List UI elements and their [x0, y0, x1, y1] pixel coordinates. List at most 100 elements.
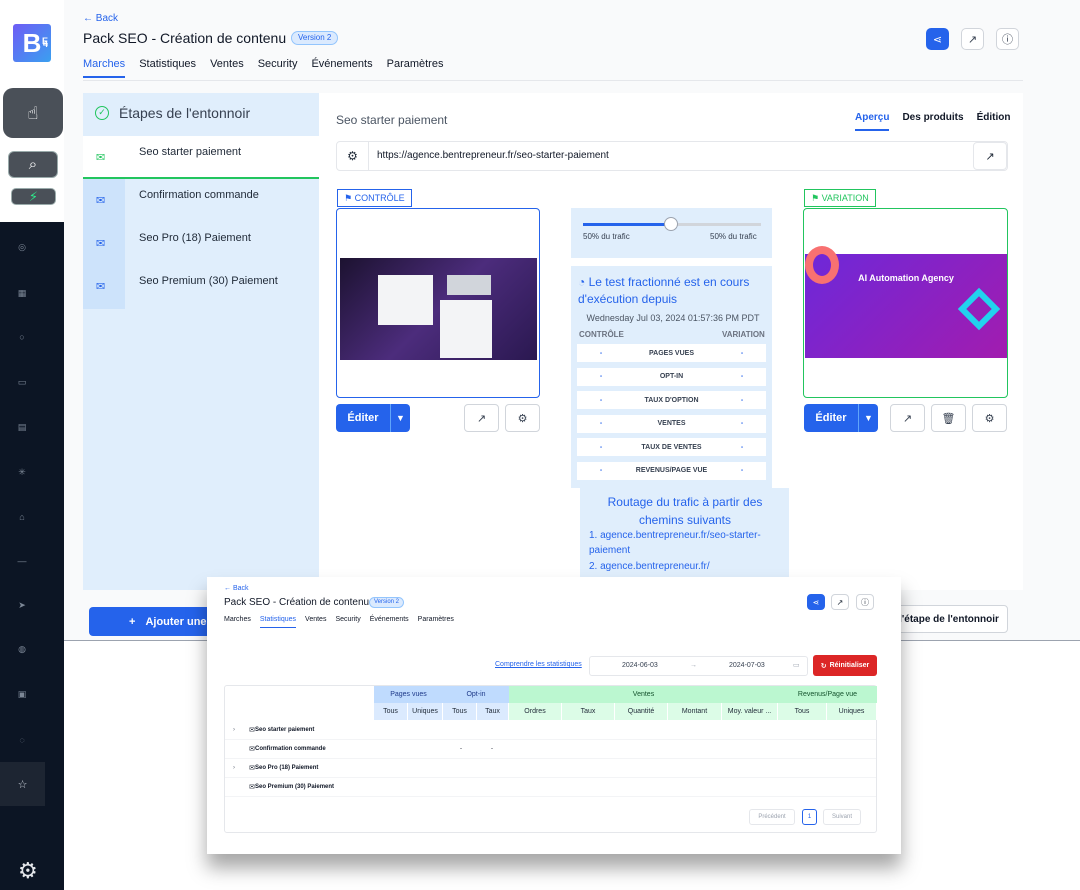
- table-row[interactable]: ✉ Seo Premium (30) Paiement: [225, 778, 876, 797]
- rail-box-icon[interactable]: ▣: [0, 689, 44, 700]
- stats-external-icon[interactable]: ↗: [831, 594, 849, 610]
- tab-produits[interactable]: Des produits: [902, 112, 963, 131]
- rail-nav-icon[interactable]: ◎: [0, 242, 44, 253]
- funnel-step-4[interactable]: Seo Premium (30) Paiement: [139, 275, 278, 287]
- rail-chat-icon[interactable]: ○: [0, 332, 44, 342]
- tab-parametres[interactable]: Paramètres: [387, 58, 444, 78]
- sub-header[interactable]: Tous: [374, 703, 408, 720]
- check-circle-icon: ✓: [95, 106, 109, 120]
- funnel-step-2[interactable]: Confirmation commande: [139, 189, 259, 201]
- rail-star-icon[interactable]: ☆: [0, 762, 45, 806]
- cursor-click-icon[interactable]: ☝: [3, 88, 63, 138]
- date-range-picker[interactable]: 2024-06-03 → 2024-07-03 ▭: [589, 656, 808, 676]
- stats-info-icon[interactable]: ⓘ: [856, 594, 874, 610]
- col-variation: VARIATION: [722, 330, 765, 339]
- tab-security[interactable]: Security: [258, 58, 298, 78]
- rail-grid-icon[interactable]: ▦: [0, 288, 44, 299]
- info-drop-icon: ◔: [578, 275, 589, 289]
- trash-icon[interactable]: 🗑: [931, 404, 966, 432]
- add-funnel-step-button[interactable]: l'étape de l'entonnoir: [890, 605, 1008, 633]
- search-icon[interactable]: ⌕: [8, 151, 58, 178]
- info-icon[interactable]: ⓘ: [996, 28, 1019, 50]
- rail-globe-icon[interactable]: ◍: [0, 644, 44, 655]
- funnel-header: ✓ Étapes de l'entonnoir: [95, 105, 250, 121]
- date-to[interactable]: 2024-07-03: [729, 662, 765, 669]
- rail-sparkle-icon[interactable]: ✳: [0, 467, 44, 478]
- open-url-icon[interactable]: ↗: [973, 142, 1007, 170]
- sub-header[interactable]: Taux: [477, 703, 509, 720]
- variation-open-icon[interactable]: ↗: [890, 404, 925, 432]
- refresh-icon: ↻: [820, 662, 827, 670]
- rail-bulb-icon[interactable]: ◌: [0, 735, 44, 745]
- date-from[interactable]: 2024-06-03: [622, 662, 658, 669]
- chevron-down-icon[interactable]: ▼: [858, 404, 878, 432]
- row-label: Confirmation commande: [255, 746, 326, 752]
- page-url[interactable]: https://agence.bentrepreneur.fr/seo-star…: [377, 150, 609, 161]
- variation-settings-icon[interactable]: ⚙: [972, 404, 1007, 432]
- route-1[interactable]: 1. agence.bentrepreneur.fr/seo-starter-p…: [589, 528, 779, 558]
- sub-header[interactable]: Montant: [668, 703, 722, 720]
- sub-header[interactable]: Uniques: [827, 703, 877, 720]
- sub-header[interactable]: Uniques: [408, 703, 443, 720]
- prev-page-button[interactable]: Précédent: [749, 809, 795, 825]
- funnel-step-1[interactable]: Seo starter paiement: [139, 146, 241, 158]
- control-edit-button[interactable]: Éditer ▼: [336, 404, 410, 432]
- table-row[interactable]: ✉ Confirmation commande - -: [225, 740, 876, 759]
- mail-icon: ✉: [249, 746, 255, 753]
- stats-tab-evenements[interactable]: Événements: [370, 616, 409, 628]
- metric-row: - VENTES -: [577, 414, 766, 433]
- url-settings-icon[interactable]: ⚙: [337, 142, 369, 170]
- lightning-icon[interactable]: ⚡: [11, 188, 56, 205]
- rail-minus-icon[interactable]: —: [0, 556, 44, 566]
- tab-evenements[interactable]: Événements: [311, 58, 372, 78]
- route-2[interactable]: 2. agence.bentrepreneur.fr/: [589, 559, 779, 574]
- sub-header[interactable]: Tous: [443, 703, 477, 720]
- calendar-icon[interactable]: ▭: [793, 661, 800, 669]
- sub-header[interactable]: Tous: [778, 703, 827, 720]
- add-step-button[interactable]: + Ajouter une: [89, 607, 211, 636]
- stats-share-icon[interactable]: ⋖: [807, 594, 825, 610]
- control-open-icon[interactable]: ↗: [464, 404, 499, 432]
- tab-statistiques[interactable]: Statistiques: [139, 58, 196, 78]
- tab-ventes[interactable]: Ventes: [210, 58, 244, 78]
- next-page-button[interactable]: Suivant: [823, 809, 861, 825]
- external-link-icon[interactable]: ↗: [961, 28, 984, 50]
- variation-edit-button[interactable]: Éditer ▼: [804, 404, 878, 432]
- stats-tab-marches[interactable]: Marches: [224, 616, 251, 628]
- sub-header[interactable]: Taux: [562, 703, 615, 720]
- reset-button[interactable]: ↻ Réinitialiser: [813, 655, 877, 676]
- share-icon[interactable]: ⋖: [926, 28, 949, 50]
- back-link[interactable]: ← Back: [83, 13, 118, 24]
- stats-tab-statistiques[interactable]: Statistiques: [259, 616, 297, 628]
- chevron-right-icon[interactable]: ›: [225, 765, 237, 771]
- tab-marches[interactable]: Marches: [83, 58, 126, 78]
- mail-icon: ✉: [249, 765, 255, 772]
- stats-tab-ventes[interactable]: Ventes: [305, 616, 326, 628]
- sub-header[interactable]: Moy. valeur ...: [722, 703, 778, 720]
- stats-help-link[interactable]: Comprendre les statistiques: [495, 661, 582, 668]
- app-logo[interactable]: B4E: [13, 24, 51, 62]
- gear-icon[interactable]: ⚙: [18, 858, 38, 884]
- rail-calendar-icon[interactable]: ▭: [0, 377, 44, 388]
- tab-apercu[interactable]: Aperçu: [855, 112, 890, 131]
- stats-back-link[interactable]: ← Back: [224, 585, 249, 592]
- rail-doc-icon[interactable]: ▤: [0, 422, 44, 433]
- traffic-knob[interactable]: [664, 217, 678, 231]
- stats-tab-parametres[interactable]: Paramètres: [418, 616, 454, 628]
- funnel-step-3[interactable]: Seo Pro (18) Paiement: [139, 232, 251, 244]
- chevron-down-icon[interactable]: ▼: [390, 404, 410, 432]
- stats-tab-security[interactable]: Security: [335, 616, 360, 628]
- page-number[interactable]: 1: [802, 809, 817, 825]
- rail-send-icon[interactable]: ➤: [0, 600, 44, 611]
- table-row[interactable]: › ✉ Seo Pro (18) Paiement: [225, 759, 876, 778]
- tab-edition[interactable]: Édition: [977, 112, 1011, 131]
- sub-header[interactable]: Ordres: [509, 703, 562, 720]
- chevron-right-icon[interactable]: ›: [225, 727, 237, 733]
- sub-header[interactable]: Quantité: [615, 703, 668, 720]
- arrow-right-icon: →: [690, 662, 697, 669]
- metric-row: - OPT-IN -: [577, 367, 766, 386]
- page-title: Pack SEO - Création de contenu: [83, 30, 287, 46]
- table-row[interactable]: › ✉ Seo starter paiement: [225, 721, 876, 740]
- control-settings-icon[interactable]: ⚙: [505, 404, 540, 432]
- rail-bank-icon[interactable]: ⌂: [0, 512, 44, 522]
